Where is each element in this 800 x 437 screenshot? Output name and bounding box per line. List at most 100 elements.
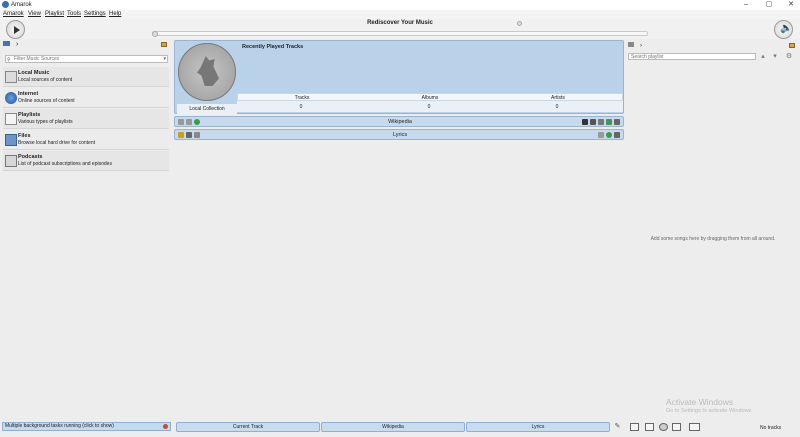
- queue-editor-icon[interactable]: [672, 423, 681, 431]
- menu-help[interactable]: Help: [109, 11, 121, 17]
- source-desc: Local sources of content: [18, 77, 73, 83]
- source-name: Local Music: [18, 69, 50, 76]
- stop-tasks-icon[interactable]: [163, 424, 168, 429]
- chevron-right-icon[interactable]: ›: [640, 43, 642, 49]
- background-tasks-indicator[interactable]: Multiple background tasks running (click…: [2, 422, 171, 431]
- track-count: No tracks: [760, 425, 782, 431]
- source-name: Internet: [18, 90, 39, 97]
- stats-row: 0 0 0: [237, 101, 623, 112]
- source-local-music[interactable]: Local Music Local sources of content: [3, 67, 169, 87]
- home-icon[interactable]: [3, 41, 10, 46]
- new-playlist-icon[interactable]: [789, 43, 795, 48]
- menu-bar: Amarok View Playlist Tools Settings Help: [0, 10, 800, 19]
- window-titlebar: Amarok – ▢ ✕: [0, 0, 800, 10]
- close-button[interactable]: ✕: [781, 0, 800, 10]
- source-files[interactable]: Files Browse local hard drive for conten…: [3, 130, 169, 150]
- filter-sources-field[interactable]: ⚲ ▾: [5, 55, 168, 63]
- volume-slider-knob[interactable]: [517, 21, 522, 26]
- lyrics-applet-title: Lyrics: [392, 132, 408, 138]
- recently-played-title: Recently Played Tracks: [242, 44, 304, 50]
- local-collection-label: Local Collection: [177, 104, 237, 114]
- reload-icon[interactable]: [606, 132, 612, 138]
- source-name: Playlists: [18, 111, 41, 118]
- window-title: Amarok: [11, 1, 32, 8]
- status-bar: Multiple background tasks running (click…: [0, 420, 800, 437]
- clear-playlist-icon[interactable]: [630, 423, 639, 431]
- media-sources-pane: › ⚲ ▾ Local Music Local sources of conte…: [0, 39, 170, 420]
- artist-icon[interactable]: [582, 119, 588, 125]
- track-progress-slider[interactable]: [152, 31, 648, 37]
- save-playlist-icon[interactable]: [645, 423, 654, 431]
- track-icon[interactable]: [598, 119, 604, 125]
- progress-knob[interactable]: [152, 31, 158, 37]
- source-podcasts[interactable]: Podcasts List of podcast subscriptions a…: [3, 151, 169, 171]
- watermark-line1: Activate Windows: [666, 397, 734, 407]
- menu-view[interactable]: View: [28, 11, 41, 17]
- stats-albums-value: 0: [427, 104, 431, 110]
- source-name: Podcasts: [18, 153, 43, 160]
- wolf-logo-icon: [197, 56, 219, 86]
- search-next-icon[interactable]: ▾: [771, 53, 779, 61]
- playlist-layout-menu-icon[interactable]: [689, 423, 700, 431]
- minimize-button[interactable]: –: [736, 0, 756, 10]
- activation-watermark: Activate Windows Go to Settings to activ…: [666, 397, 796, 414]
- tab-lyrics[interactable]: Lyrics: [466, 422, 610, 432]
- font-size-icon[interactable]: [598, 132, 604, 138]
- source-desc: List of podcast subscriptions and episod…: [18, 161, 112, 167]
- settings-wrench-icon[interactable]: [614, 119, 620, 125]
- toolbar-banner: Rediscover Your Music: [367, 20, 433, 26]
- settings-wrench-icon[interactable]: [614, 132, 620, 138]
- local-music-icon: [5, 71, 17, 83]
- maximize-button[interactable]: ▢: [759, 0, 779, 10]
- watermark-line2: Go to Settings to activate Windows.: [666, 408, 753, 414]
- source-desc: Online sources of content: [18, 98, 75, 104]
- amarok-wolf-icon: [2, 1, 9, 8]
- source-desc: Browse local hard drive for content: [18, 140, 95, 146]
- playlist-search-input[interactable]: [631, 54, 751, 60]
- wikipedia-applet-title: Wikipedia: [388, 119, 412, 125]
- sources-nav: ›: [3, 41, 18, 48]
- pin-icon[interactable]: [606, 119, 612, 125]
- filter-sources-input[interactable]: [14, 56, 154, 62]
- menu-tools[interactable]: Tools: [67, 11, 81, 17]
- folder-icon: [5, 134, 17, 146]
- menu-settings[interactable]: Settings: [84, 11, 106, 17]
- playlist-empty-hint: Add some songs here by dragging them fro…: [650, 236, 776, 242]
- chevron-right-icon[interactable]: ›: [16, 41, 18, 48]
- podcast-icon: [5, 155, 17, 167]
- stats-header: Tracks Albums Artists: [237, 93, 623, 101]
- album-cover: [178, 43, 236, 101]
- recently-played-applet: Recently Played Tracks Tracks Albums Art…: [174, 40, 624, 114]
- new-folder-icon[interactable]: [161, 42, 167, 47]
- search-options-icon[interactable]: ⚙: [785, 53, 793, 61]
- chevron-down-icon[interactable]: ▾: [163, 56, 166, 62]
- menu-amarok[interactable]: Amarok: [3, 11, 24, 17]
- menu-playlist[interactable]: Playlist: [45, 11, 64, 17]
- configure-applets-icon[interactable]: ✎: [613, 423, 622, 431]
- collection-stats: Tracks Albums Artists 0 0 0: [237, 93, 623, 113]
- main-toolbar: Rediscover Your Music 🔈: [0, 19, 800, 39]
- source-desc: Various types of playlists: [18, 119, 73, 125]
- source-name: Files: [18, 132, 31, 139]
- search-previous-icon[interactable]: ▴: [759, 53, 767, 61]
- playlist-nav: ›: [628, 42, 642, 49]
- playlist-search-field[interactable]: [628, 53, 756, 60]
- wikipedia-applet-bar: Wikipedia: [174, 116, 624, 127]
- stats-tracks-value: 0: [299, 104, 303, 110]
- stats-artists-value: 0: [555, 104, 559, 110]
- volume-button[interactable]: 🔈: [774, 20, 793, 39]
- playlist-layout-icon[interactable]: [628, 42, 634, 47]
- speaker-icon: 🔈: [780, 23, 793, 34]
- search-icon: ⚲: [7, 56, 11, 63]
- playlist-pane: › ▴ ▾ ⚙ Add some songs here by dragging …: [626, 39, 800, 420]
- tab-current-track[interactable]: Current Track: [176, 422, 320, 432]
- source-internet[interactable]: Internet Online sources of content: [3, 88, 169, 108]
- background-tasks-text: Multiple background tasks running (click…: [5, 423, 114, 429]
- album-icon[interactable]: [590, 119, 596, 125]
- lyrics-applet-bar: Lyrics: [174, 129, 624, 140]
- undo-icon[interactable]: [659, 423, 668, 431]
- playlist-icon: [5, 113, 17, 125]
- internet-globe-icon: [5, 92, 17, 104]
- tab-wikipedia[interactable]: Wikipedia: [321, 422, 465, 432]
- source-playlists[interactable]: Playlists Various types of playlists: [3, 109, 169, 129]
